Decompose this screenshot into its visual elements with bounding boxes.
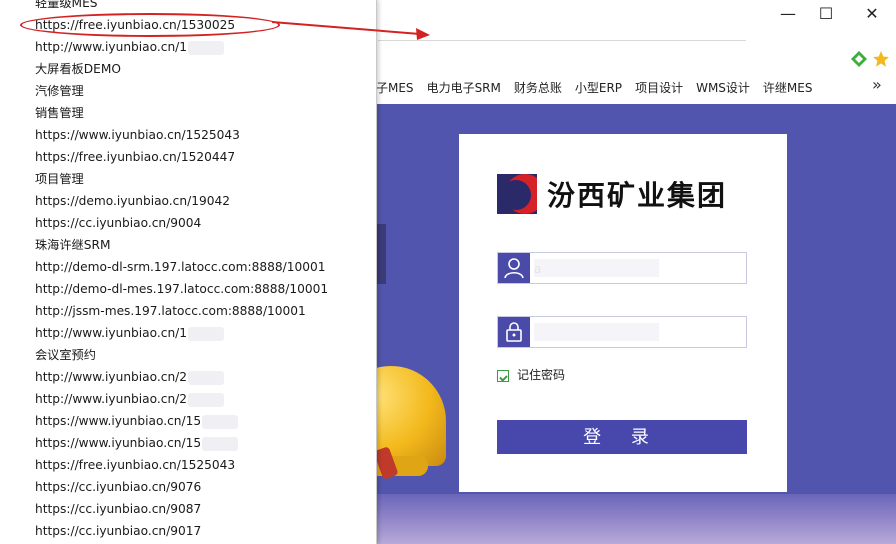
remember-label: 记住密码 xyxy=(517,368,566,382)
history-item-label: https://www.iyunbiao.cn/1525043 xyxy=(35,128,240,142)
redacted-text xyxy=(188,370,225,385)
bookmark-item[interactable]: 许继MES xyxy=(763,79,813,96)
history-item[interactable]: https://www.iyunbiao.cn/1525043 xyxy=(35,124,240,146)
history-item-label: http://www.iyunbiao.cn/2 xyxy=(35,370,188,384)
history-item[interactable]: https://free.iyunbiao.cn/1525043 xyxy=(35,454,235,476)
company-logo xyxy=(497,174,537,214)
history-item[interactable]: 销售管理 xyxy=(35,102,84,124)
history-item-label: 项目管理 xyxy=(35,172,84,186)
redacted-text xyxy=(534,259,659,277)
history-item-label: http://www.iyunbiao.cn/2 xyxy=(35,392,188,406)
history-item-label: 销售管理 xyxy=(35,106,84,120)
minimize-button[interactable]: — xyxy=(768,2,808,26)
bookmarks-bar: 子MES 电力电子SRM 财务总账 小型ERP 项目设计 WMS设计 许继MES xyxy=(376,76,825,98)
login-card: 汾西矿业集团 记住密码 xyxy=(459,134,787,492)
username-field[interactable] xyxy=(497,252,747,285)
history-item[interactable]: http://www.iyunbiao.cn/1 xyxy=(35,36,225,58)
annotation-arrow xyxy=(271,21,430,40)
password-field[interactable] xyxy=(497,316,747,349)
history-item[interactable]: 轻量级MES xyxy=(35,0,98,14)
redacted-text xyxy=(188,326,225,341)
maximize-button[interactable]: ☐ xyxy=(806,2,846,26)
history-item[interactable]: http://demo-dl-srm.197.latocc.com:8888/1… xyxy=(35,256,325,278)
history-item[interactable]: https://cc.iyunbiao.cn/9076 xyxy=(35,476,201,498)
history-item-label: 珠海许继SRM xyxy=(35,238,111,252)
history-item-label: https://free.iyunbiao.cn/1520447 xyxy=(35,150,236,164)
history-item[interactable]: https://demo.iyunbiao.cn/19042 xyxy=(35,190,230,212)
user-icon xyxy=(498,253,530,283)
bookmarks-overflow-button[interactable]: » xyxy=(872,75,882,94)
green-diamond-icon[interactable] xyxy=(850,50,868,68)
history-item[interactable]: http://demo-dl-mes.197.latocc.com:8888/1… xyxy=(35,278,328,300)
redacted-text xyxy=(534,323,659,341)
history-item-label: https://www.iyunbiao.cn/15 xyxy=(35,436,202,450)
bookmark-item[interactable]: 子MES xyxy=(376,79,414,96)
highlight-ellipse xyxy=(20,13,280,37)
history-item-label: http://www.iyunbiao.cn/1 xyxy=(35,326,188,340)
history-item-label: https://cc.iyunbiao.cn/9017 xyxy=(35,524,202,538)
remember-password[interactable]: 记住密码 xyxy=(497,366,565,383)
bookmark-item[interactable]: 电力电子SRM xyxy=(427,79,501,96)
star-icon[interactable] xyxy=(872,50,890,68)
cityscape-banner xyxy=(376,494,896,544)
history-item[interactable]: 项目管理 xyxy=(35,168,84,190)
bookmark-item[interactable]: 小型ERP xyxy=(575,79,622,96)
history-item[interactable]: https://cc.iyunbiao.cn/9004 xyxy=(35,212,201,234)
history-item[interactable]: 珠海许继SRM xyxy=(35,234,110,256)
address-history-dropdown: 轻量级MES https://free.iyunbiao.cn/1530025 ht… xyxy=(0,0,377,544)
remember-checkbox[interactable] xyxy=(497,369,509,382)
history-item-label: https://www.iyunbiao.cn/15 xyxy=(35,414,202,428)
company-name: 汾西矿业集团 xyxy=(547,179,728,212)
history-item[interactable]: http://www.iyunbiao.cn/1 xyxy=(35,322,225,344)
bookmark-item[interactable]: 项目设计 xyxy=(635,79,683,96)
history-item-label: http://www.iyunbiao.cn/1 xyxy=(35,40,188,54)
lock-icon xyxy=(498,317,530,347)
history-item[interactable]: 汽修管理 xyxy=(35,80,84,102)
history-item-label: 汽修管理 xyxy=(35,84,84,98)
redacted-text xyxy=(188,392,225,407)
bookmark-item[interactable]: WMS设计 xyxy=(696,79,750,96)
history-item[interactable]: https://free.iyunbiao.cn/1520447 xyxy=(35,146,235,168)
history-item[interactable]: https://www.iyunbiao.cn/15 xyxy=(35,432,239,454)
history-item-label: https://cc.iyunbiao.cn/9076 xyxy=(35,480,202,494)
history-item-label: https://cc.iyunbiao.cn/9004 xyxy=(35,216,202,230)
redacted-text xyxy=(202,414,239,429)
history-item-label: https://free.iyunbiao.cn/1525043 xyxy=(35,458,236,472)
history-item-label: https://demo.iyunbiao.cn/19042 xyxy=(35,194,230,208)
close-button[interactable]: ✕ xyxy=(852,2,892,26)
history-item-label: 大屏看板DEMO xyxy=(35,62,121,76)
history-item-label: 会议室预约 xyxy=(35,348,96,362)
login-page: 汾西矿业集团 记住密码 xyxy=(376,104,896,544)
history-item-label: http://demo-dl-srm.197.latocc.com:8888/1… xyxy=(35,260,326,274)
history-item[interactable]: https://cc.iyunbiao.cn/9087 xyxy=(35,498,201,520)
history-item-label: http://demo-dl-mes.197.latocc.com:8888/1… xyxy=(35,282,329,296)
history-item-label: http://jssm-mes.197.latocc.com:8888/1000… xyxy=(35,304,306,318)
history-item-label: 轻量级MES xyxy=(35,0,98,10)
redacted-text xyxy=(188,40,225,55)
redacted-text xyxy=(202,436,239,451)
history-item[interactable]: http://jssm-mes.197.latocc.com:8888/1000… xyxy=(35,300,306,322)
history-item-label: https://cc.iyunbiao.cn/9087 xyxy=(35,502,202,516)
history-item[interactable]: http://www.iyunbiao.cn/2 xyxy=(35,388,225,410)
history-item[interactable]: 大屏看板DEMO xyxy=(35,58,121,80)
history-item[interactable]: https://cc.iyunbiao.cn/9017 xyxy=(35,520,201,542)
login-button[interactable]: 登 录 xyxy=(497,420,747,454)
background-illustration xyxy=(376,224,386,284)
history-item[interactable]: 会议室预约 xyxy=(35,344,96,366)
history-item[interactable]: http://www.iyunbiao.cn/2 xyxy=(35,366,225,388)
history-item[interactable]: https://www.iyunbiao.cn/15 xyxy=(35,410,239,432)
bookmark-item[interactable]: 财务总账 xyxy=(514,79,562,96)
